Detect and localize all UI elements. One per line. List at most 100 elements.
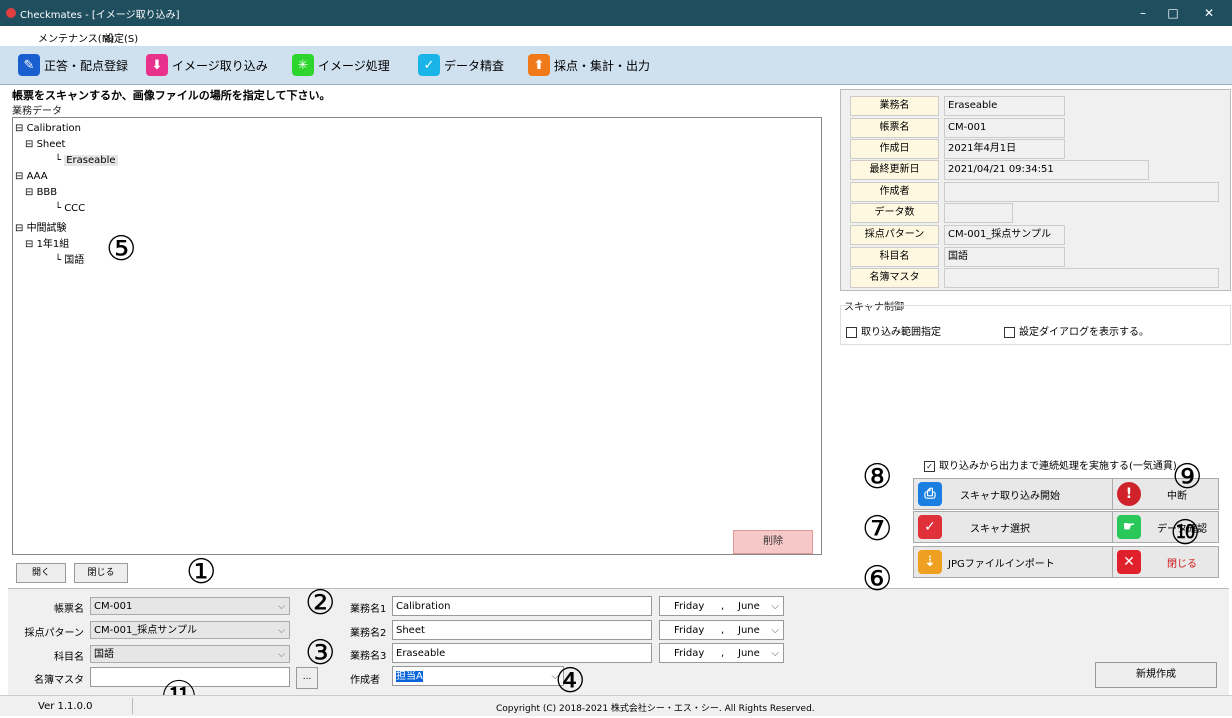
tree-node-label: Sheet (36, 139, 66, 150)
tree-node[interactable]: ⊟ Calibration (15, 123, 81, 134)
close-button[interactable]: ✕ 閉じる (1112, 546, 1219, 578)
menu-maintenance[interactable]: メンテナンス(M) (38, 30, 114, 45)
toolbar-label: 正答・配点登録 (44, 58, 129, 73)
tree-node-label: 中間試験 (26, 223, 67, 234)
info-value (944, 182, 1219, 202)
status-bar: Ver 1.1.0.0 Copyright (C) 2018-2021 株式会社… (0, 695, 1232, 716)
annotation-1: ① (186, 552, 217, 592)
status-divider (132, 698, 133, 714)
tree-node[interactable]: ⊟ BBB (25, 187, 57, 198)
open-button[interactable]: 開く (16, 563, 66, 583)
new-create-button[interactable]: 新規作成 (1095, 662, 1217, 688)
info-label: 採点パターン (850, 225, 939, 245)
business-data-tree[interactable]: ⊟ Calibration ⊟ Sheet └ Eraseable ⊟ AAA … (12, 117, 822, 555)
roster-label: 名簿マスタ (34, 675, 84, 686)
tree-node[interactable]: └ 国語 (55, 251, 84, 266)
biz3-input[interactable]: Eraseable (392, 643, 652, 663)
annotation-7: ⑦ (862, 509, 893, 549)
app-icon (6, 8, 16, 18)
toolbar-data-review[interactable]: ✓ データ精査 (418, 52, 504, 78)
chevron-down-icon: ⌵ (771, 601, 779, 612)
annotation-8: ⑧ (862, 457, 893, 497)
window-title: Checkmates - [イメージ取り込み] (20, 10, 180, 21)
sheet-select[interactable]: CM-001 ⌵ (90, 597, 290, 615)
minimize-button[interactable]: – (1128, 4, 1158, 22)
scanner-icon: ⎙ (918, 482, 942, 506)
button-label: JPGファイルインポート (948, 558, 1055, 570)
tree-node[interactable]: └ Eraseable (55, 155, 118, 166)
biz2-input[interactable]: Sheet (392, 620, 652, 640)
close-window-button[interactable]: ✕ (1194, 4, 1224, 22)
checkbox-label: 取り込み範囲指定 (861, 327, 941, 338)
stop-icon: ! (1117, 482, 1141, 506)
checkbox-box (1004, 326, 1015, 338)
info-label: 作成者 (850, 182, 939, 202)
annotation-4: ④ (555, 661, 586, 701)
tree-node[interactable]: ⊟ AAA (15, 171, 48, 182)
toolbar-label: 採点・集計・出力 (554, 58, 651, 73)
chevron-down-icon: ⌵ (771, 648, 779, 659)
date-day: Friday (674, 648, 705, 659)
author-label: 作成者 (350, 675, 380, 686)
tree-node-label: BBB (36, 187, 58, 198)
author-input[interactable]: 担当A ⌵ (392, 666, 564, 686)
toolbar-label: イメージ処理 (318, 58, 390, 73)
data-check-button[interactable]: ☛ データ確認 (1112, 511, 1219, 543)
toolbar-answer-registration[interactable]: ✎ 正答・配点登録 (18, 52, 128, 78)
range-checkbox[interactable]: 取り込み範囲指定 (846, 323, 941, 338)
date-month: June (738, 601, 760, 612)
info-value: 2021/04/21 09:34:51 (944, 160, 1149, 180)
info-value (944, 203, 1013, 223)
close-tree-button[interactable]: 閉じる (74, 563, 128, 583)
pattern-select[interactable]: CM-001_採点サンプル ⌵ (90, 621, 290, 639)
toolbar-scoring-output[interactable]: ⬆ 採点・集計・出力 (528, 52, 650, 78)
abort-button[interactable]: ! 中断 (1112, 478, 1219, 510)
date-picker-1[interactable]: Friday, June ⌵ (659, 596, 784, 616)
menu-settings[interactable]: 設定(S) (104, 30, 138, 45)
info-value: Eraseable (944, 96, 1065, 116)
info-label: 業務名 (850, 96, 939, 116)
import-icon: ⇣ (918, 550, 942, 574)
pattern-select-value: CM-001_採点サンプル (94, 625, 198, 636)
pattern-label: 採点パターン (24, 628, 85, 639)
toolbar: ✎ 正答・配点登録 ⬇ イメージ取り込み ✳ イメージ処理 ✓ データ精査 ⬆ … (0, 46, 1232, 85)
tree-section-title: 業務データ (12, 106, 62, 117)
close-icon: ✕ (1117, 550, 1141, 574)
delete-button[interactable]: 削除 (733, 530, 813, 554)
jpg-import-button[interactable]: ⇣ JPGファイルインポート (913, 546, 1113, 578)
annotation-2: ② (305, 583, 336, 623)
toolbar-image-processing[interactable]: ✳ イメージ処理 (292, 52, 390, 78)
date-sep: , (721, 601, 725, 612)
info-label: 最終更新日 (850, 160, 939, 180)
toolbar-image-import[interactable]: ⬇ イメージ取り込み (146, 52, 268, 78)
subject-label: 科目名 (54, 652, 84, 663)
tree-node[interactable]: └ CCC (55, 203, 85, 214)
biz3-label: 業務名3 (350, 651, 387, 662)
date-picker-2[interactable]: Friday, June ⌵ (659, 620, 784, 640)
button-label: スキャナ取り込み開始 (960, 490, 1060, 502)
tree-node[interactable]: ⊟ 中間試験 (15, 219, 67, 234)
dialog-checkbox[interactable]: 設定ダイアログを表示する。 (1004, 323, 1149, 338)
tree-node[interactable]: ⊟ Sheet (25, 139, 65, 150)
scanner-select-icon: ✓ (918, 515, 942, 539)
info-value: CM-001 (944, 118, 1065, 138)
checkbox-label: 設定ダイアログを表示する。 (1019, 327, 1149, 338)
date-sep: , (721, 625, 725, 636)
info-value: 2021年4月1日 (944, 139, 1065, 159)
annotation-3: ③ (305, 633, 336, 673)
scanner-select-button[interactable]: ✓ スキャナ選択 (913, 511, 1113, 543)
annotation-5: ⑤ (106, 229, 137, 269)
date-month: June (738, 648, 760, 659)
chevron-down-icon: ⌵ (278, 626, 285, 636)
start-scan-button[interactable]: ⎙ スキャナ取り込み開始 (913, 478, 1113, 510)
biz1-input[interactable]: Calibration (392, 596, 652, 616)
subject-select[interactable]: 国語 ⌵ (90, 645, 290, 663)
continuous-checkbox[interactable]: ✓ 取り込みから出力まで連続処理を実施する(一気通貫) (924, 457, 1177, 472)
date-picker-3[interactable]: Friday, June ⌵ (659, 643, 784, 663)
tree-node[interactable]: ⊟ 1年1組 (25, 235, 69, 250)
maximize-button[interactable]: □ (1158, 4, 1188, 22)
biz2-label: 業務名2 (350, 628, 387, 639)
copyright-text: Copyright (C) 2018-2021 株式会社シー・エス・シー. Al… (496, 704, 815, 714)
check-icon: ✓ (418, 54, 440, 76)
menu-bar: メンテナンス(M) 設定(S) (0, 26, 1232, 46)
